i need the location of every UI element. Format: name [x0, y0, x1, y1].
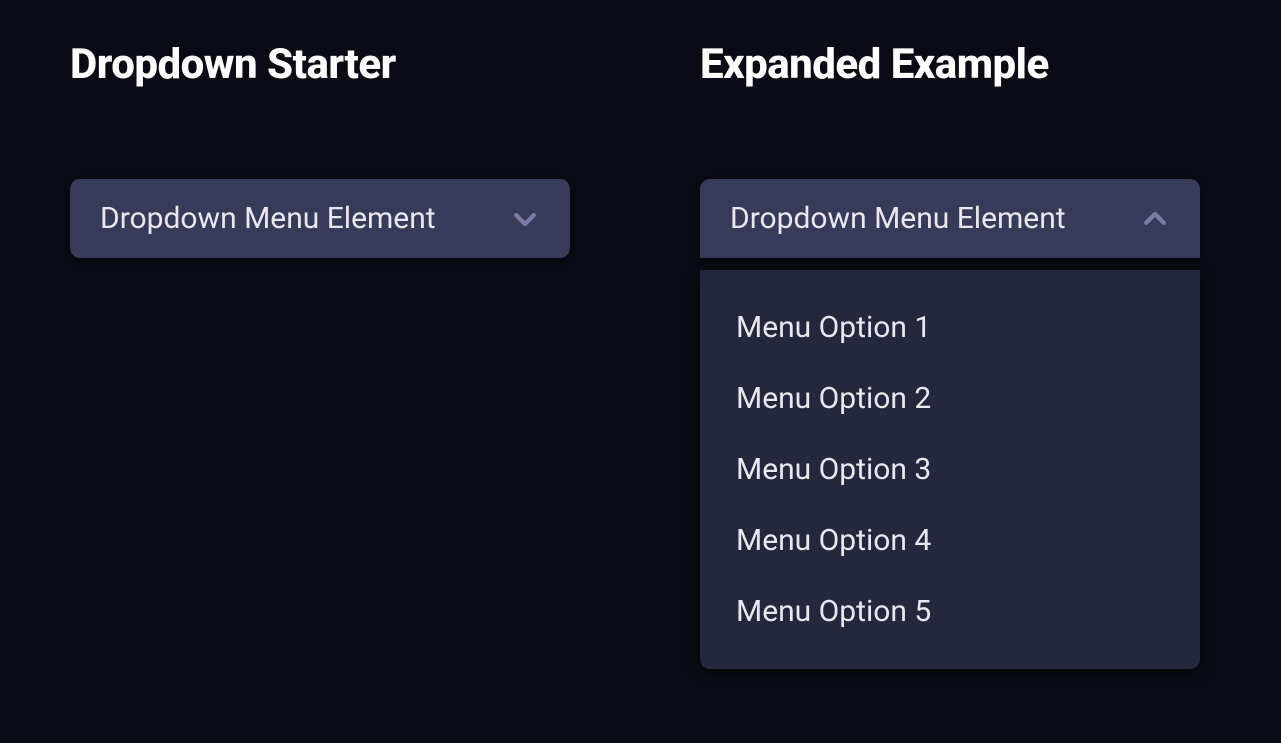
- menu-option-label: Menu Option 2: [736, 381, 931, 416]
- dropdown-label-expanded: Dropdown Menu Element: [730, 201, 1066, 236]
- dropdown-label-starter: Dropdown Menu Element: [100, 201, 436, 236]
- menu-option-3[interactable]: Menu Option 3: [700, 434, 1200, 505]
- menu-option-label: Menu Option 3: [736, 452, 931, 487]
- chevron-down-icon: [510, 204, 540, 234]
- column-expanded: Expanded Example Dropdown Menu Element M…: [700, 40, 1200, 669]
- dropdown-toggle-expanded[interactable]: Dropdown Menu Element: [700, 179, 1200, 258]
- dropdown-toggle-starter[interactable]: Dropdown Menu Element: [70, 179, 570, 258]
- menu-option-label: Menu Option 4: [736, 523, 931, 558]
- dropdown-expanded: Dropdown Menu Element Menu Option 1 Menu…: [700, 179, 1200, 669]
- dropdown-starter: Dropdown Menu Element: [70, 179, 570, 258]
- menu-option-2[interactable]: Menu Option 2: [700, 363, 1200, 434]
- menu-option-1[interactable]: Menu Option 1: [700, 292, 1200, 363]
- column-starter: Dropdown Starter Dropdown Menu Element: [70, 40, 570, 669]
- menu-option-4[interactable]: Menu Option 4: [700, 505, 1200, 576]
- dropdown-menu: Menu Option 1 Menu Option 2 Menu Option …: [700, 270, 1200, 669]
- heading-starter: Dropdown Starter: [70, 40, 570, 89]
- menu-option-label: Menu Option 5: [736, 594, 931, 629]
- chevron-up-icon: [1140, 204, 1170, 234]
- menu-option-label: Menu Option 1: [736, 310, 931, 345]
- heading-expanded: Expanded Example: [700, 40, 1200, 89]
- menu-option-5[interactable]: Menu Option 5: [700, 576, 1200, 647]
